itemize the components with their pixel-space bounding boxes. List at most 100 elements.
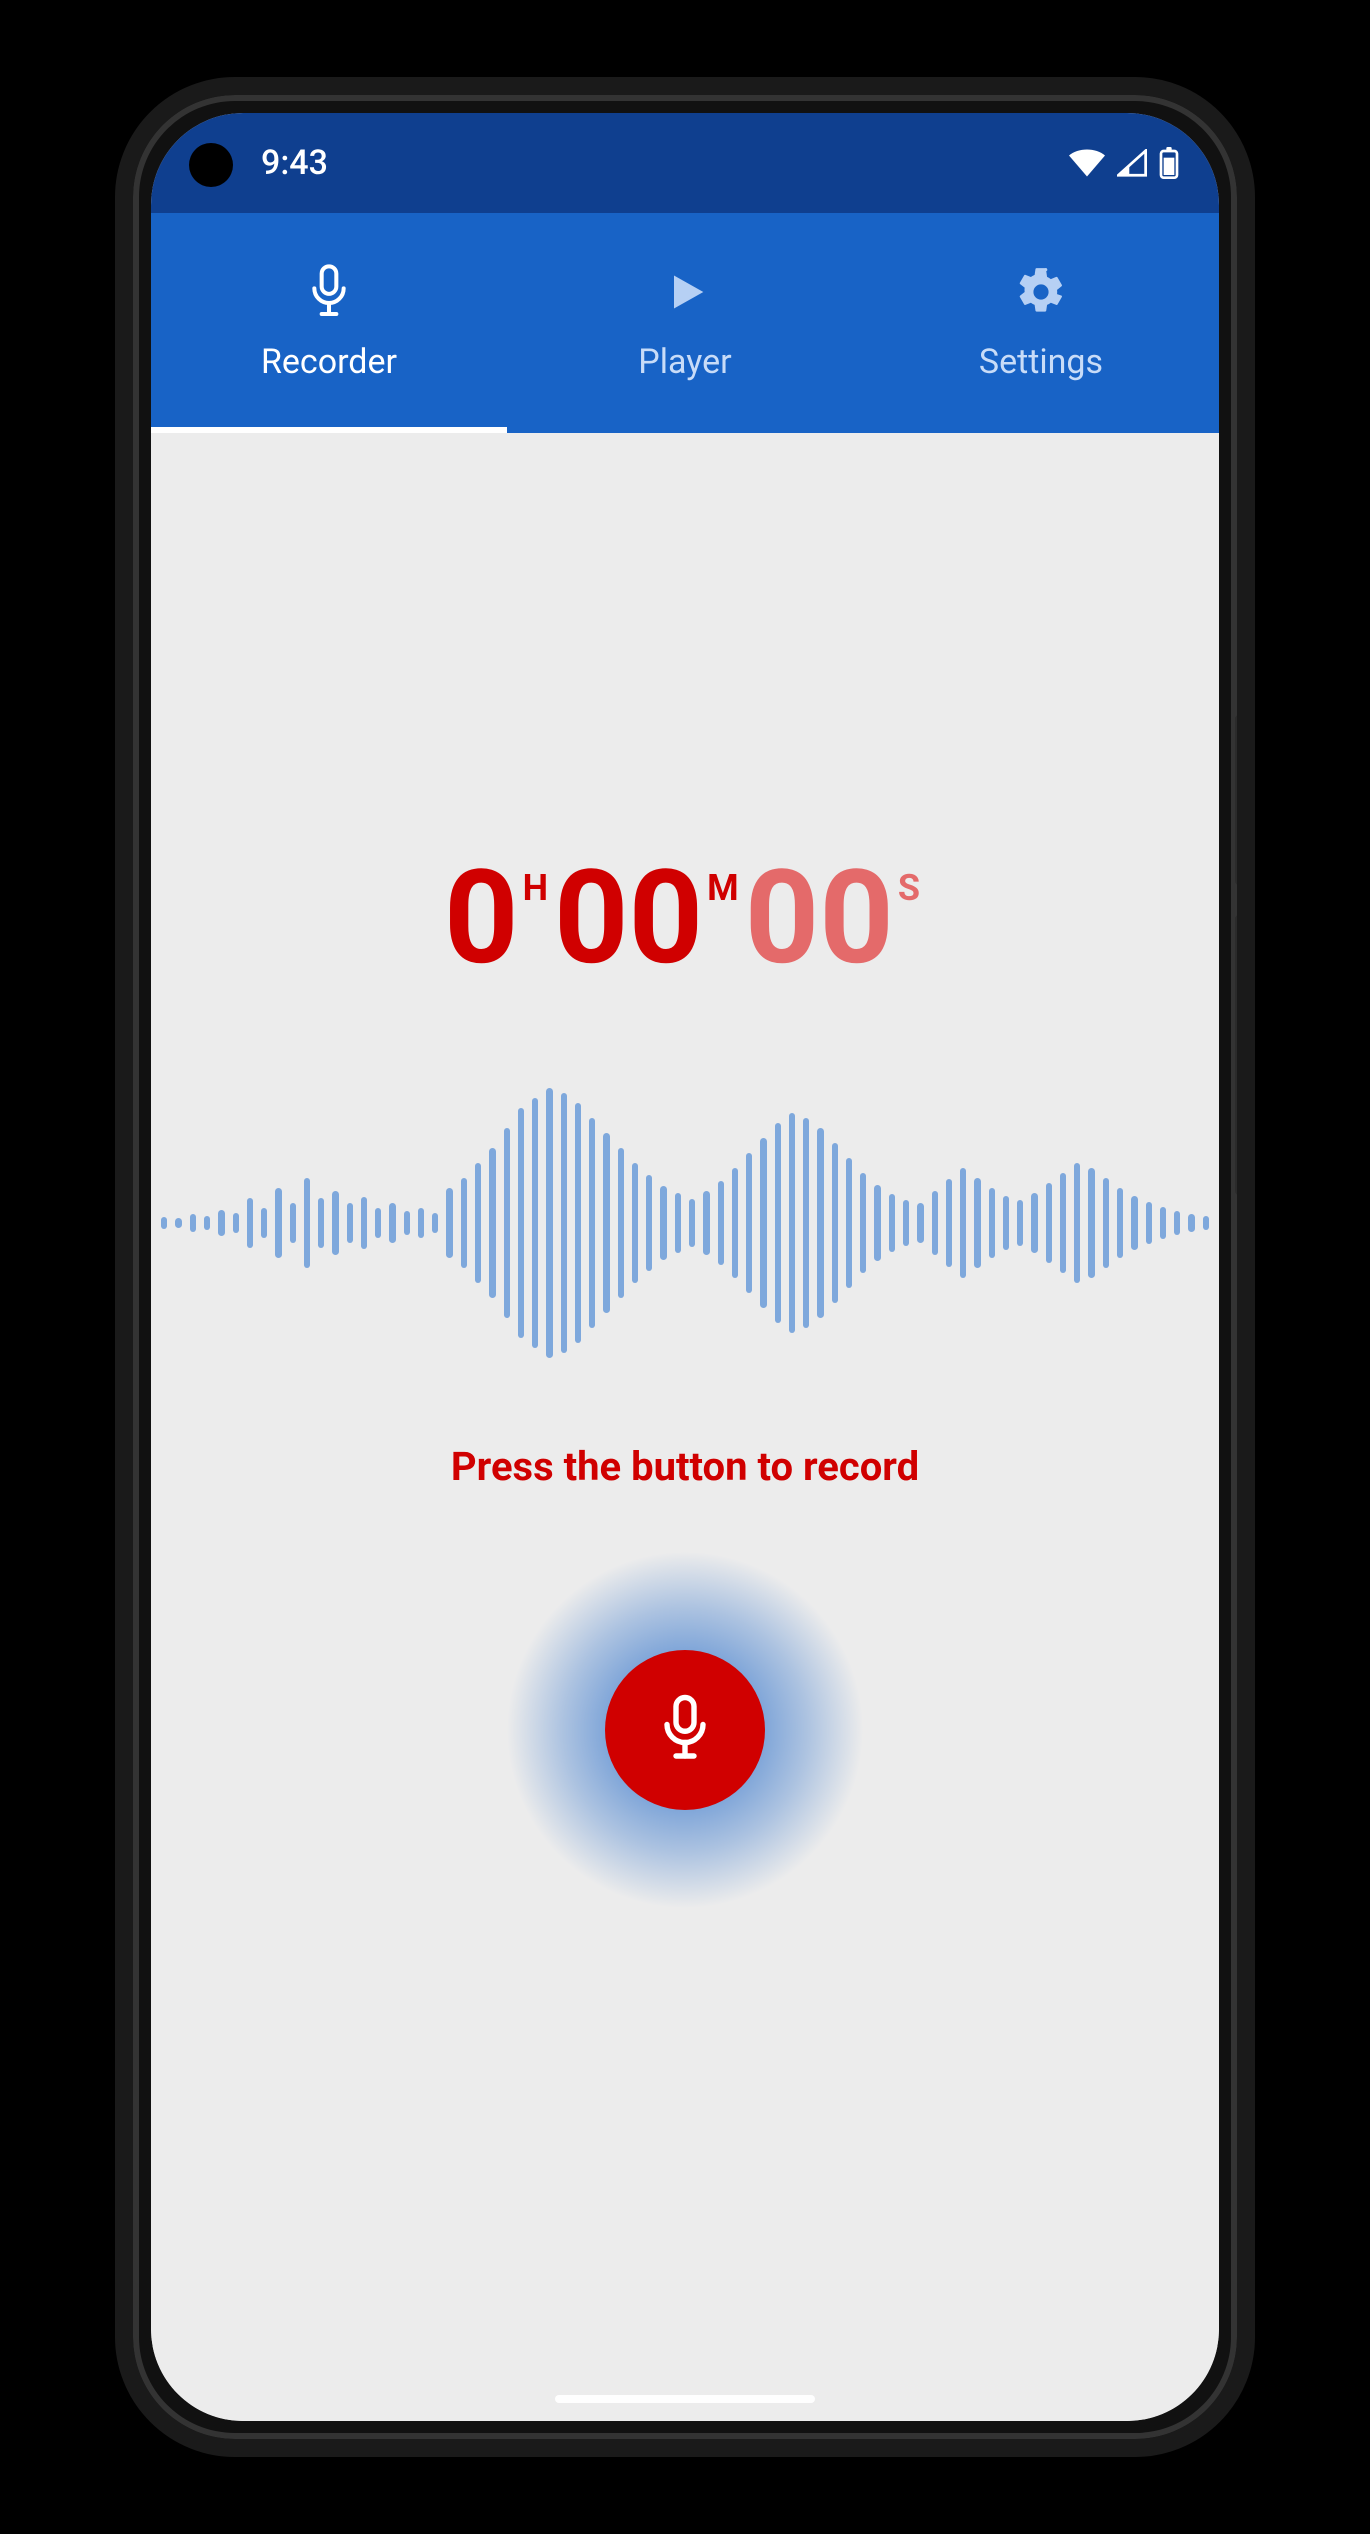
- waveform-bar: [233, 1213, 239, 1233]
- record-button-area: [505, 1550, 865, 1910]
- waveform-bar: [860, 1173, 866, 1273]
- battery-icon: [1159, 147, 1179, 179]
- timer-hours-unit: H: [523, 870, 548, 906]
- nav-gesture-handle[interactable]: [555, 2395, 815, 2403]
- phone-frame: 9:43: [115, 77, 1255, 2457]
- waveform-bar: [917, 1203, 923, 1243]
- timer-seconds-unit: S: [898, 870, 920, 906]
- waveform-bar: [404, 1211, 410, 1235]
- waveform-bar: [817, 1128, 823, 1318]
- waveform-bar: [618, 1148, 624, 1298]
- waveform-bar: [1160, 1207, 1166, 1239]
- waveform-bar: [1060, 1173, 1066, 1273]
- waveform-bar: [290, 1203, 296, 1243]
- waveform-bar: [603, 1133, 609, 1313]
- waveform-bar: [446, 1188, 452, 1258]
- waveform-bar: [746, 1153, 752, 1293]
- waveform-bar: [1117, 1188, 1123, 1258]
- status-icons: [1069, 147, 1179, 179]
- record-button[interactable]: [605, 1650, 765, 1810]
- timer-hours: 0: [444, 853, 519, 983]
- tab-label: Settings: [979, 342, 1103, 382]
- waveform-bar: [846, 1158, 852, 1288]
- waveform-bar: [589, 1118, 595, 1328]
- waveform-bar: [204, 1216, 210, 1230]
- waveform-bar: [874, 1185, 880, 1261]
- signal-icon: [1117, 149, 1147, 177]
- waveform-bar: [461, 1178, 467, 1268]
- timer-minutes: 00: [554, 853, 703, 983]
- waveform-bar: [803, 1118, 809, 1328]
- recording-timer: 0 H 00 M 00 S: [444, 853, 926, 983]
- waveform-bar: [703, 1191, 709, 1255]
- waveform-bar: [660, 1186, 666, 1260]
- waveform-bar: [389, 1203, 395, 1243]
- wifi-icon: [1069, 149, 1105, 177]
- waveform-bar: [675, 1193, 681, 1253]
- front-camera: [189, 143, 233, 187]
- waveform-bar: [1131, 1196, 1137, 1250]
- waveform-bar: [932, 1191, 938, 1255]
- waveform-bar: [689, 1199, 695, 1247]
- waveform-bar: [418, 1208, 424, 1238]
- tab-recorder[interactable]: Recorder: [151, 213, 507, 433]
- waveform-bar: [361, 1197, 367, 1249]
- waveform-bar: [475, 1163, 481, 1283]
- waveform-bar: [304, 1178, 310, 1268]
- play-icon: [663, 264, 707, 320]
- hw-button-volume: [1235, 915, 1245, 1195]
- gear-icon: [1015, 264, 1067, 320]
- status-bar: 9:43: [151, 113, 1219, 213]
- waveform-bar: [575, 1103, 581, 1343]
- waveform-bar: [1146, 1202, 1152, 1244]
- waveform-bar: [732, 1168, 738, 1278]
- mic-icon: [658, 1694, 712, 1767]
- waveform-bar: [1003, 1196, 1009, 1250]
- waveform-bar: [889, 1194, 895, 1252]
- status-clock: 9:43: [261, 143, 1069, 183]
- waveform-bar: [489, 1148, 495, 1298]
- waveform-bar: [1017, 1200, 1023, 1246]
- tab-player[interactable]: Player: [507, 213, 863, 433]
- waveform-bar: [1074, 1163, 1080, 1283]
- waveform-bar: [1203, 1216, 1209, 1230]
- waveform-bar: [718, 1181, 724, 1265]
- waveform-bar: [175, 1218, 181, 1228]
- waveform-bar: [1188, 1214, 1194, 1232]
- waveform-bar: [1088, 1168, 1094, 1278]
- waveform-bar: [190, 1214, 196, 1232]
- record-hint: Press the button to record: [451, 1443, 919, 1490]
- waveform-bar: [518, 1108, 524, 1338]
- recorder-panel: 0 H 00 M 00 S Press the button to record: [151, 433, 1219, 2421]
- waveform-bar: [760, 1138, 766, 1308]
- waveform-bar: [504, 1128, 510, 1318]
- waveform-bar: [275, 1188, 281, 1258]
- waveform-bar: [1031, 1193, 1037, 1253]
- tab-bar: Recorder Player Settings: [151, 213, 1219, 433]
- waveform-bar: [347, 1203, 353, 1243]
- waveform-bar: [989, 1188, 995, 1258]
- waveform-bar: [946, 1179, 952, 1267]
- tab-label: Recorder: [261, 342, 397, 382]
- waveform-bar: [161, 1217, 167, 1229]
- waveform-bar: [775, 1123, 781, 1323]
- waveform-bar: [632, 1163, 638, 1283]
- waveform-bar: [218, 1210, 224, 1236]
- timer-minutes-unit: M: [707, 870, 739, 906]
- waveform-bar: [247, 1198, 253, 1248]
- waveform-bar: [532, 1098, 538, 1348]
- waveform-bar: [903, 1200, 909, 1246]
- waveform-bar: [332, 1191, 338, 1255]
- waveform-bar: [974, 1178, 980, 1268]
- screen: 9:43: [151, 113, 1219, 2421]
- hw-button-power: [1235, 715, 1245, 885]
- waveform-bar: [318, 1198, 324, 1248]
- waveform-bar: [561, 1093, 567, 1353]
- waveform-bar: [432, 1213, 438, 1233]
- waveform-bar: [546, 1088, 552, 1358]
- waveform-bar: [1046, 1183, 1052, 1263]
- tab-settings[interactable]: Settings: [863, 213, 1219, 433]
- timer-seconds: 00: [745, 853, 894, 983]
- waveform-bar: [375, 1208, 381, 1238]
- waveform-bar: [960, 1168, 966, 1278]
